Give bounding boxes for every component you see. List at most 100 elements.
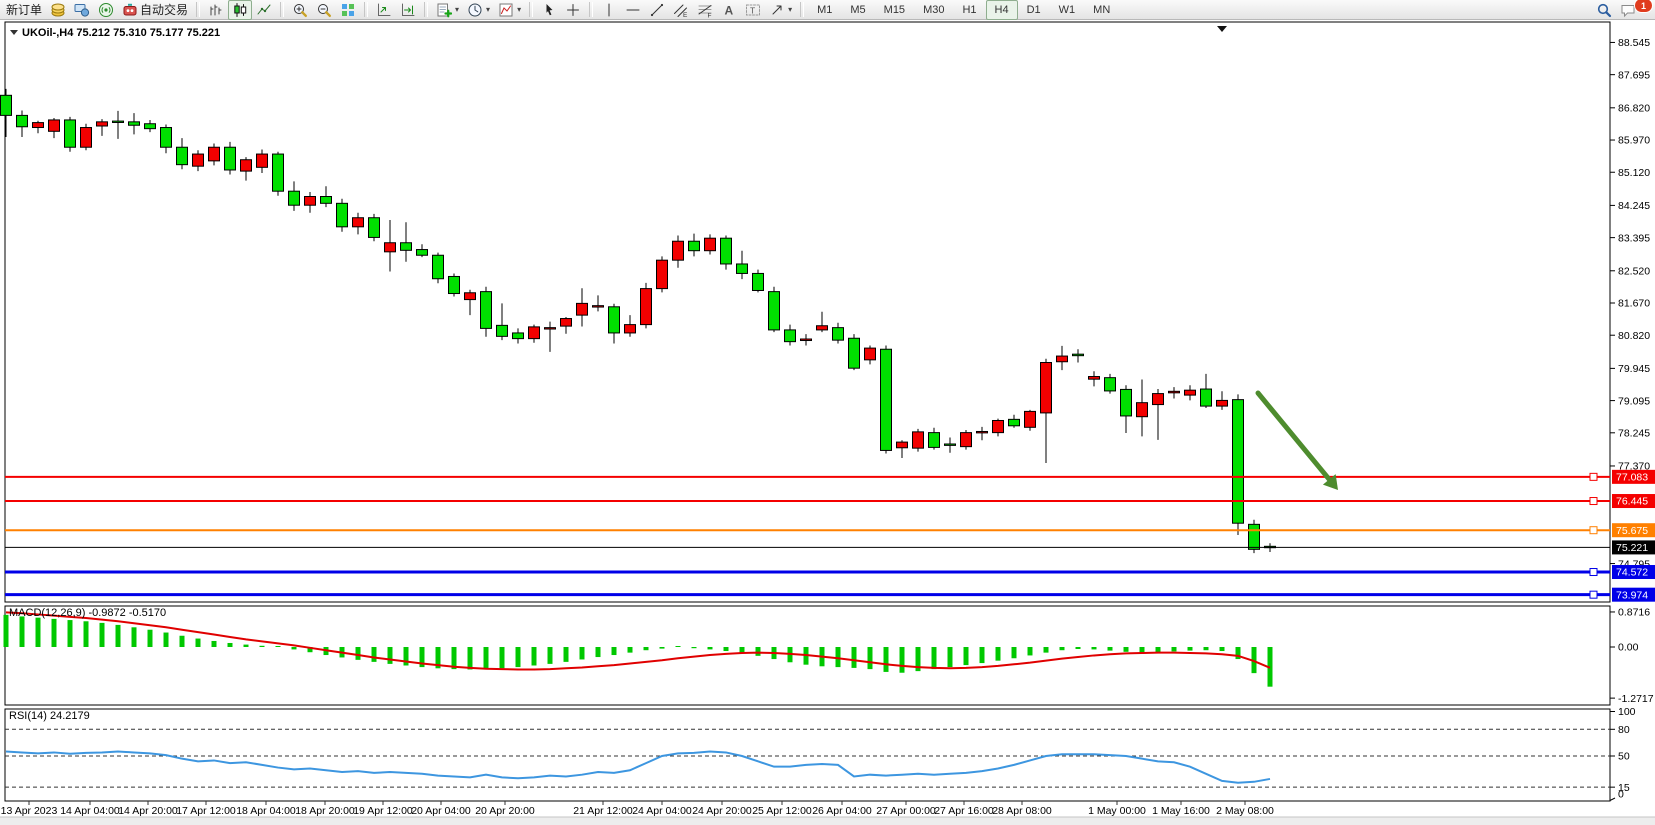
- line-handle[interactable]: [1590, 498, 1597, 505]
- tile-windows-icon: [340, 2, 356, 18]
- bar-chart-button[interactable]: [204, 0, 228, 20]
- equidistant-channel-icon: E: [673, 2, 689, 18]
- candle: [1249, 520, 1260, 553]
- timeframe-d1-button[interactable]: D1: [1018, 0, 1050, 20]
- timeframe-h4-button[interactable]: H4: [986, 0, 1018, 20]
- line-handle[interactable]: [1590, 473, 1597, 480]
- chevron-down-icon: ▾: [788, 5, 792, 14]
- candle: [657, 256, 668, 292]
- vertical-line-button[interactable]: [597, 0, 621, 20]
- candlestick-button[interactable]: [228, 0, 252, 20]
- candle: [433, 253, 444, 284]
- svg-text:75.221: 75.221: [1616, 542, 1648, 554]
- market-watch-button[interactable]: [70, 0, 94, 20]
- cursor-icon: [541, 2, 557, 18]
- timeframe-w1-button[interactable]: W1: [1050, 0, 1085, 20]
- candle: [369, 214, 380, 241]
- zoom-out-button[interactable]: [312, 0, 336, 20]
- notification-badge[interactable]: 1: [1634, 0, 1653, 13]
- timeframe-m30-button[interactable]: M30: [914, 0, 953, 20]
- toolbar-separator: [589, 2, 593, 17]
- price-badge: 77.083: [1612, 470, 1655, 484]
- svg-text:20 Apr 04:00: 20 Apr 04:00: [411, 805, 471, 817]
- crosshair-icon: [565, 2, 581, 18]
- svg-text:17 Apr 12:00: 17 Apr 12:00: [176, 805, 236, 817]
- auto-scroll-icon: [400, 2, 416, 18]
- text-a-button[interactable]: A: [717, 0, 741, 20]
- indicator-list-button[interactable]: ▾: [494, 0, 525, 20]
- cursor-button[interactable]: [537, 0, 561, 20]
- svg-text:75.675: 75.675: [1616, 525, 1648, 537]
- line-handle[interactable]: [1590, 569, 1597, 576]
- trendline-button[interactable]: [645, 0, 669, 20]
- svg-text:0.00: 0.00: [1618, 642, 1639, 654]
- timeframe-m1-button[interactable]: M1: [808, 0, 841, 20]
- indicator-list-icon: [498, 2, 514, 18]
- text-label-icon: T: [745, 2, 761, 18]
- svg-text:1 May 00:00: 1 May 00:00: [1088, 805, 1146, 817]
- svg-text:20 Apr 20:00: 20 Apr 20:00: [475, 805, 535, 817]
- svg-text:2 May 08:00: 2 May 08:00: [1216, 805, 1274, 817]
- svg-text:0: 0: [1618, 789, 1624, 801]
- candle: [273, 152, 284, 196]
- period-clock-button[interactable]: ▾: [463, 0, 494, 20]
- auto-scroll-button[interactable]: [396, 0, 420, 20]
- line-handle[interactable]: [1590, 527, 1597, 534]
- svg-text:85.120: 85.120: [1618, 167, 1650, 179]
- tile-windows-button[interactable]: [336, 0, 360, 20]
- timeframe-label: M1: [812, 4, 837, 16]
- new-order-button[interactable]: 新订单: [2, 0, 46, 20]
- zoom-in-button[interactable]: [288, 0, 312, 20]
- svg-text:77.083: 77.083: [1616, 472, 1648, 484]
- svg-text:21 Apr 12:00: 21 Apr 12:00: [573, 805, 633, 817]
- new-chart-icon: [436, 2, 452, 18]
- line-handle[interactable]: [1590, 591, 1597, 598]
- candle: [769, 287, 780, 332]
- crosshair-button[interactable]: [561, 0, 585, 20]
- signal-icon: [98, 2, 114, 18]
- fibonacci-button[interactable]: F: [693, 0, 717, 20]
- pane-frames: [0, 20, 1655, 825]
- price-badge: 73.974: [1612, 588, 1655, 602]
- price-badge: 75.221: [1612, 540, 1655, 554]
- autotrade-icon: [122, 2, 138, 18]
- price-badge: 76.445: [1612, 494, 1655, 508]
- candle: [65, 117, 76, 152]
- zoom-in-icon: [292, 2, 308, 18]
- mt4-window: 新订单自动交易▾▾▾EFAT▾M1M5M15M30H1H4D1W1MN1 UKO…: [0, 0, 1655, 825]
- timeframe-m15-button[interactable]: M15: [875, 0, 914, 20]
- timeframe-m5-button[interactable]: M5: [841, 0, 874, 20]
- candle: [961, 430, 972, 450]
- toolbar-separator: [280, 2, 284, 17]
- toolbar-separator: [196, 2, 200, 17]
- arrows-icon: [769, 2, 785, 18]
- toolbar-separator: [364, 2, 368, 17]
- search-button[interactable]: [1592, 0, 1616, 20]
- timeframe-label: D1: [1022, 4, 1046, 16]
- text-label-button[interactable]: T: [741, 0, 765, 20]
- svg-text:UKOil-,H4 75.212 75.310 75.17: UKOil-,H4 75.212 75.310 75.177 75.221: [22, 27, 220, 39]
- horizontal-line-button[interactable]: [621, 0, 645, 20]
- chart-window[interactable]: UKOil-,H4 75.212 75.310 75.177 75.221MAC…: [0, 0, 1655, 825]
- signal-button[interactable]: [94, 0, 118, 20]
- autotrade-button[interactable]: 自动交易: [118, 0, 192, 20]
- timeframe-label: M30: [918, 4, 949, 16]
- zoom-out-icon: [316, 2, 332, 18]
- svg-text:88.545: 88.545: [1618, 37, 1650, 49]
- line-chart-button[interactable]: [252, 0, 276, 20]
- timeframe-mn-button[interactable]: MN: [1084, 0, 1119, 20]
- price-badge: 74.572: [1612, 565, 1655, 579]
- equidistant-channel-button[interactable]: E: [669, 0, 693, 20]
- arrows-button[interactable]: ▾: [765, 0, 796, 20]
- svg-text:RSI(14) 24.2179: RSI(14) 24.2179: [9, 710, 90, 722]
- svg-text:74.572: 74.572: [1616, 567, 1648, 579]
- new-chart-button[interactable]: ▾: [432, 0, 463, 20]
- chart-shift-button[interactable]: [372, 0, 396, 20]
- svg-text:100: 100: [1618, 706, 1636, 718]
- chevron-down-icon: ▾: [517, 5, 521, 14]
- timeframe-h1-button[interactable]: H1: [953, 0, 985, 20]
- gold-coins-button[interactable]: [46, 0, 70, 20]
- svg-text:85.970: 85.970: [1618, 135, 1650, 147]
- svg-text:78.245: 78.245: [1618, 428, 1650, 440]
- svg-text:14 Apr 04:00: 14 Apr 04:00: [60, 805, 120, 817]
